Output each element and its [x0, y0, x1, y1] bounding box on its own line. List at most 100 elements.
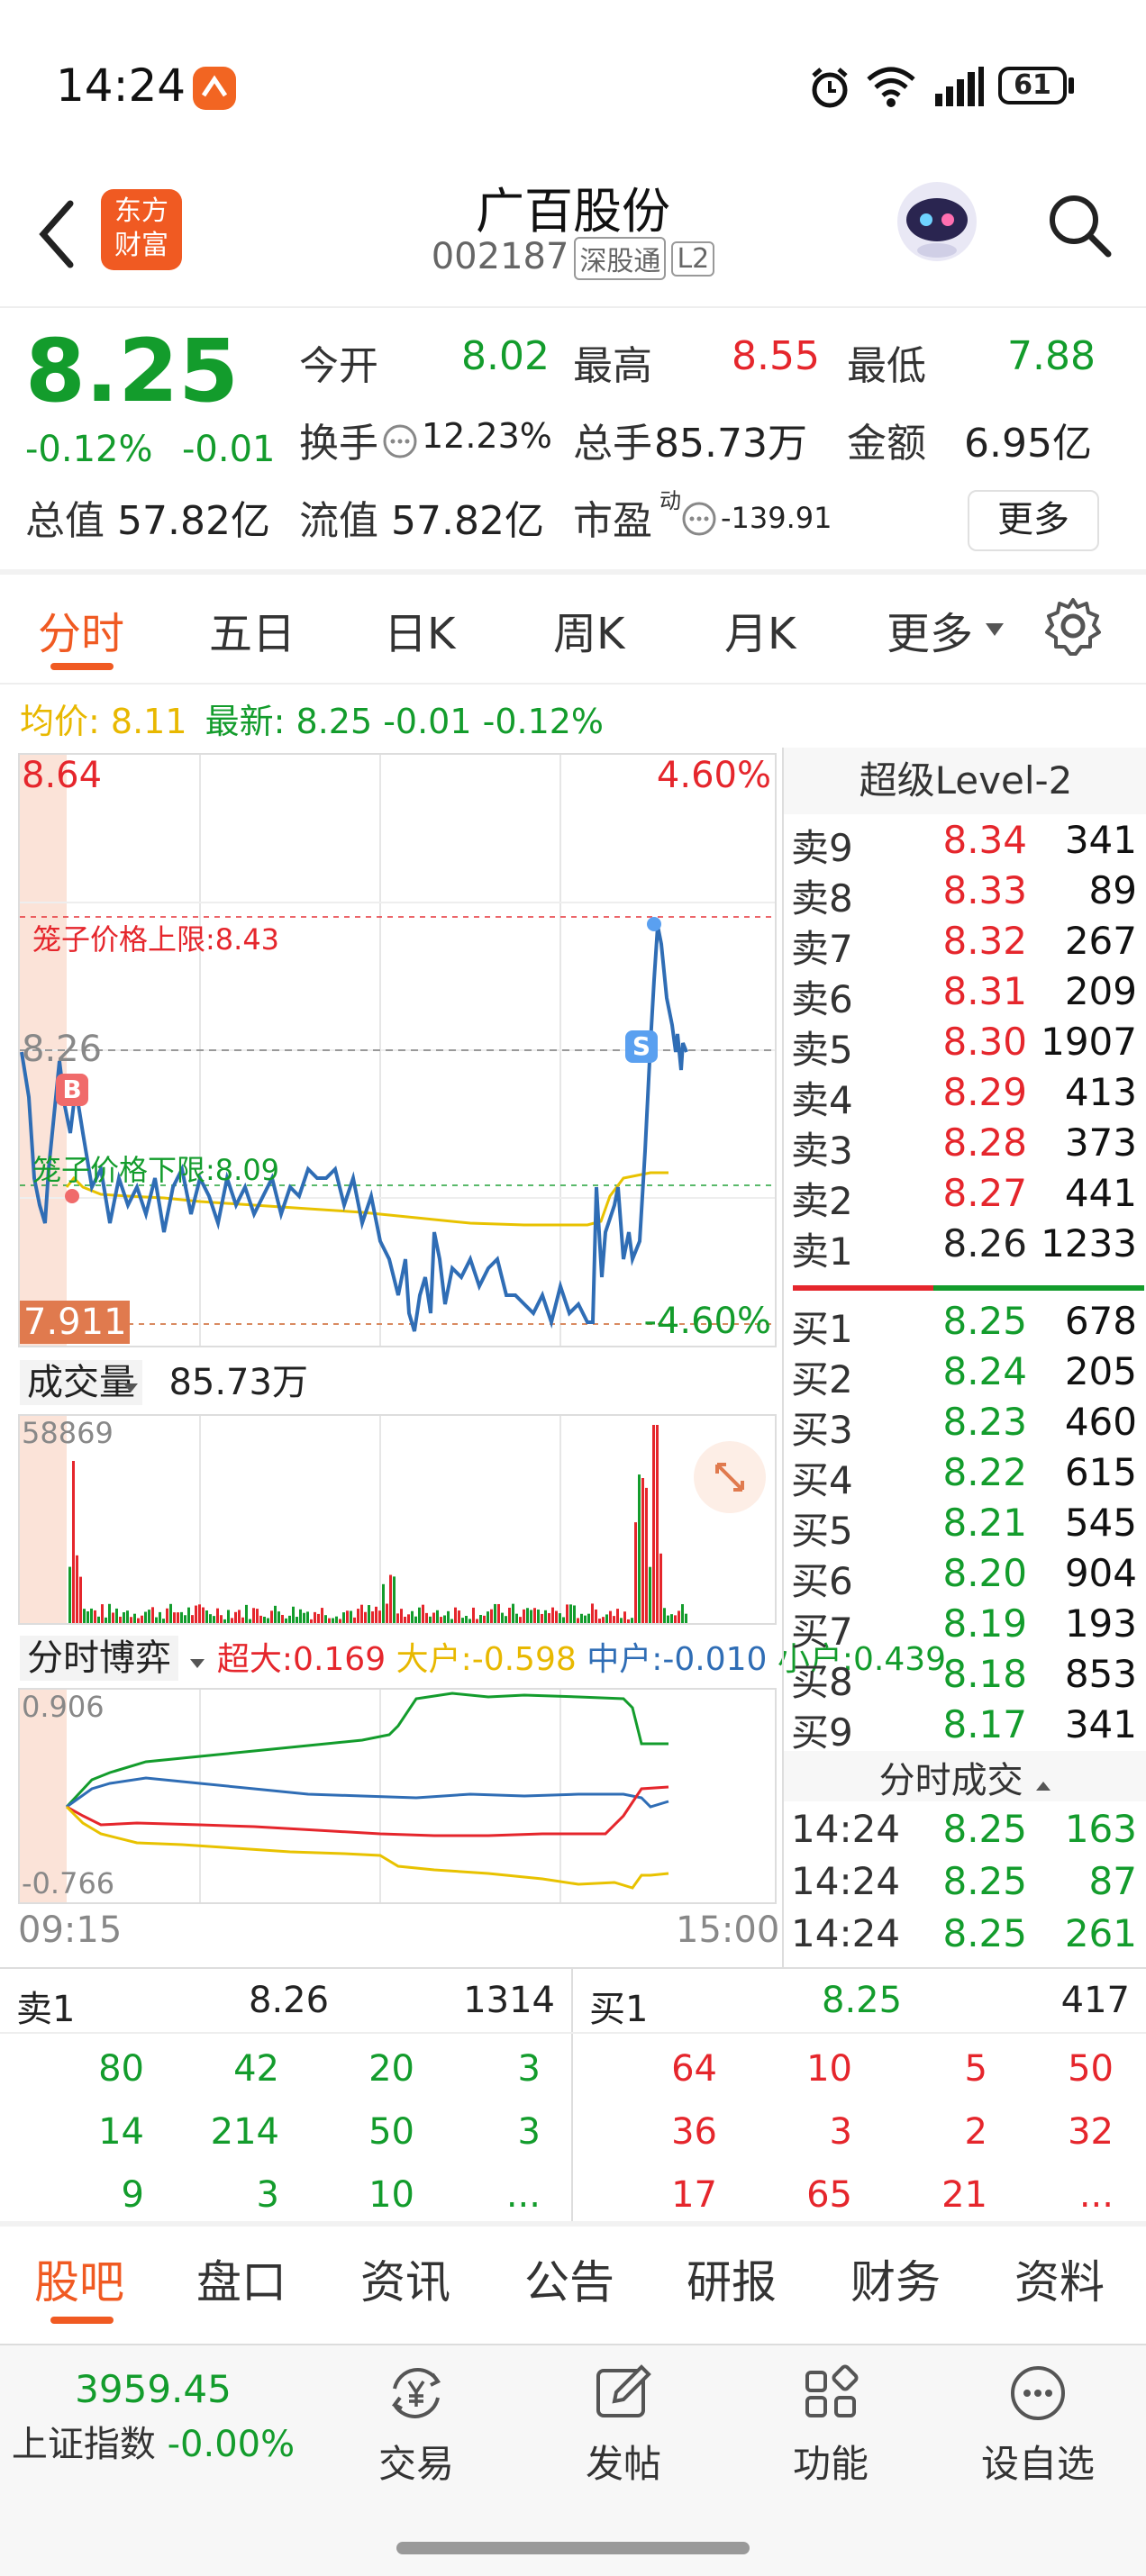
tab-intraday[interactable]: 分时 — [38, 598, 124, 661]
volume-bar — [526, 1608, 529, 1623]
volume-bar — [595, 1609, 597, 1623]
queue-order-size: 17 — [671, 2174, 717, 2216]
price-chart[interactable]: 8.64 4.60% 笼子价格上限:8.43 8.26 笼子价格下限:8.09 … — [18, 753, 777, 1347]
ask-volume: 341 — [1064, 818, 1137, 862]
volume-bar — [368, 1605, 370, 1623]
float-value: 57.82亿 — [391, 498, 544, 544]
queue-order-size: 3 — [829, 2111, 852, 2153]
tab-five-day[interactable]: 五日 — [209, 598, 296, 661]
bid-price: 8.24 — [942, 1349, 1027, 1393]
more-dots-icon[interactable] — [382, 423, 418, 459]
tab-monthly-k[interactable]: 月K — [724, 598, 796, 661]
bid-row[interactable]: 买5 8.21 545 — [784, 1501, 1144, 1553]
tab-finance[interactable]: 财务 — [850, 2246, 941, 2311]
bid-row[interactable]: 买2 8.24 205 — [784, 1349, 1144, 1401]
volume-bar — [389, 1574, 392, 1623]
search-icon[interactable] — [1045, 191, 1114, 259]
volume-bar — [605, 1614, 608, 1623]
volume-bar — [303, 1612, 305, 1623]
bid-row[interactable]: 买3 8.23 460 — [784, 1400, 1144, 1452]
volume-bar — [487, 1611, 489, 1623]
ask-row[interactable]: 卖2 8.27 441 — [784, 1171, 1144, 1223]
queue-order-size: 5 — [964, 2048, 987, 2090]
tab-more[interactable]: 更多 — [887, 598, 973, 661]
tab-research[interactable]: 研报 — [687, 2246, 777, 2311]
ask-label: 卖4 — [791, 1078, 853, 1122]
bid-row[interactable]: 买9 8.17 341 — [784, 1702, 1144, 1755]
ask-price: 8.31 — [942, 969, 1027, 1013]
index-widget[interactable]: 3959.45 上证指数 -0.00% — [0, 2367, 306, 2467]
volume-bar — [580, 1613, 583, 1623]
bid-row[interactable]: 买4 8.22 615 — [784, 1450, 1144, 1502]
flow-chart[interactable]: 0.906 -0.766 — [18, 1688, 777, 1904]
expand-button[interactable] — [694, 1441, 766, 1513]
volume-bar — [357, 1609, 359, 1623]
tab-daily-k[interactable]: 日K — [384, 598, 455, 661]
volume-bar — [400, 1609, 403, 1623]
volume-bar — [407, 1614, 410, 1623]
ticks-header[interactable]: 分时成交 — [784, 1751, 1146, 1801]
robot-avatar-icon[interactable] — [892, 177, 982, 267]
open-label: 今开 — [299, 343, 378, 389]
flow-selector[interactable]: 分时博弈 — [20, 1636, 178, 1681]
ask-row[interactable]: 卖8 8.33 89 — [784, 868, 1144, 921]
ask-price: 8.34 — [942, 818, 1027, 862]
ask-row[interactable]: 卖1 8.26 1233 — [784, 1221, 1144, 1274]
tick-row: 14:24 8.25 261 — [784, 1911, 1144, 1962]
bid-label: 买2 — [791, 1357, 853, 1401]
volume-bar — [393, 1576, 396, 1623]
ask-row[interactable]: 卖7 8.32 267 — [784, 919, 1144, 971]
nav-functions[interactable]: 功能 — [759, 2362, 903, 2489]
queue-order-size: 3 — [517, 2048, 541, 2090]
volume-bar — [83, 1609, 86, 1623]
volume-dropdown-icon — [123, 1383, 138, 1392]
bid-row[interactable]: 买1 8.25 678 — [784, 1299, 1144, 1351]
volume-bar — [292, 1606, 295, 1623]
tab-announcements[interactable]: 公告 — [524, 2246, 614, 2311]
volume-bar — [277, 1611, 280, 1623]
volume-bar — [623, 1611, 626, 1623]
volume-bar — [627, 1619, 630, 1623]
nav-post[interactable]: 发帖 — [551, 2362, 696, 2489]
volume-bar — [353, 1617, 356, 1623]
bid-row[interactable]: 买8 8.18 853 — [784, 1652, 1144, 1704]
volume-bar — [169, 1603, 172, 1623]
tab-weekly-k[interactable]: 周K — [553, 598, 624, 661]
tab-news[interactable]: 资讯 — [360, 2246, 450, 2311]
sell-marker[interactable]: S — [625, 1030, 658, 1063]
ticks-collapse-icon — [1036, 1782, 1051, 1791]
pe-value: -139.91 — [721, 501, 832, 535]
volume-bar — [144, 1611, 147, 1623]
ask-row[interactable]: 卖9 8.34 341 — [784, 818, 1144, 870]
bid-row[interactable]: 买7 8.19 193 — [784, 1601, 1144, 1654]
amount-value: 6.95亿 — [964, 421, 1092, 467]
buy-marker[interactable]: B — [56, 1074, 88, 1106]
buy-marker-label: B — [62, 1075, 82, 1104]
ask-row[interactable]: 卖4 8.29 413 — [784, 1070, 1144, 1122]
ask-row[interactable]: 卖6 8.31 209 — [784, 969, 1144, 1021]
level2-title[interactable]: 超级Level-2 — [784, 748, 1146, 814]
tab-profile[interactable]: 资料 — [1014, 2246, 1105, 2311]
ask-row[interactable]: 卖5 8.30 1907 — [784, 1020, 1144, 1072]
nav-functions-label: 功能 — [792, 2442, 869, 2486]
volume-selector[interactable]: 成交量 85.73万 — [20, 1353, 308, 1405]
tab-stock-forum[interactable]: 股吧 — [34, 2246, 124, 2311]
volume-bar — [519, 1617, 522, 1623]
flow-superlarge-name: 超大: — [216, 1641, 294, 1678]
nav-watchlist[interactable]: 设自选 — [966, 2362, 1110, 2489]
more-button[interactable]: 更多 — [968, 490, 1099, 551]
mcap-label: 总值 — [25, 498, 105, 544]
tab-order-book[interactable]: 盘口 — [196, 2246, 286, 2311]
volume-bar — [195, 1605, 197, 1623]
volume-bar — [587, 1613, 590, 1623]
queue-buy-price: 8.25 — [822, 1980, 903, 2021]
queue-order-size: 42 — [233, 2048, 279, 2090]
tab-active-indicator — [50, 663, 114, 670]
volume-chart[interactable]: 58869 — [18, 1414, 777, 1625]
pe-info-icon[interactable] — [681, 501, 717, 537]
nav-trade[interactable]: 交易 — [344, 2362, 488, 2489]
bid-row[interactable]: 买6 8.20 904 — [784, 1551, 1144, 1603]
volume-bar — [584, 1615, 587, 1623]
settings-gear-icon[interactable] — [1043, 596, 1103, 656]
ask-row[interactable]: 卖3 8.28 373 — [784, 1120, 1144, 1173]
